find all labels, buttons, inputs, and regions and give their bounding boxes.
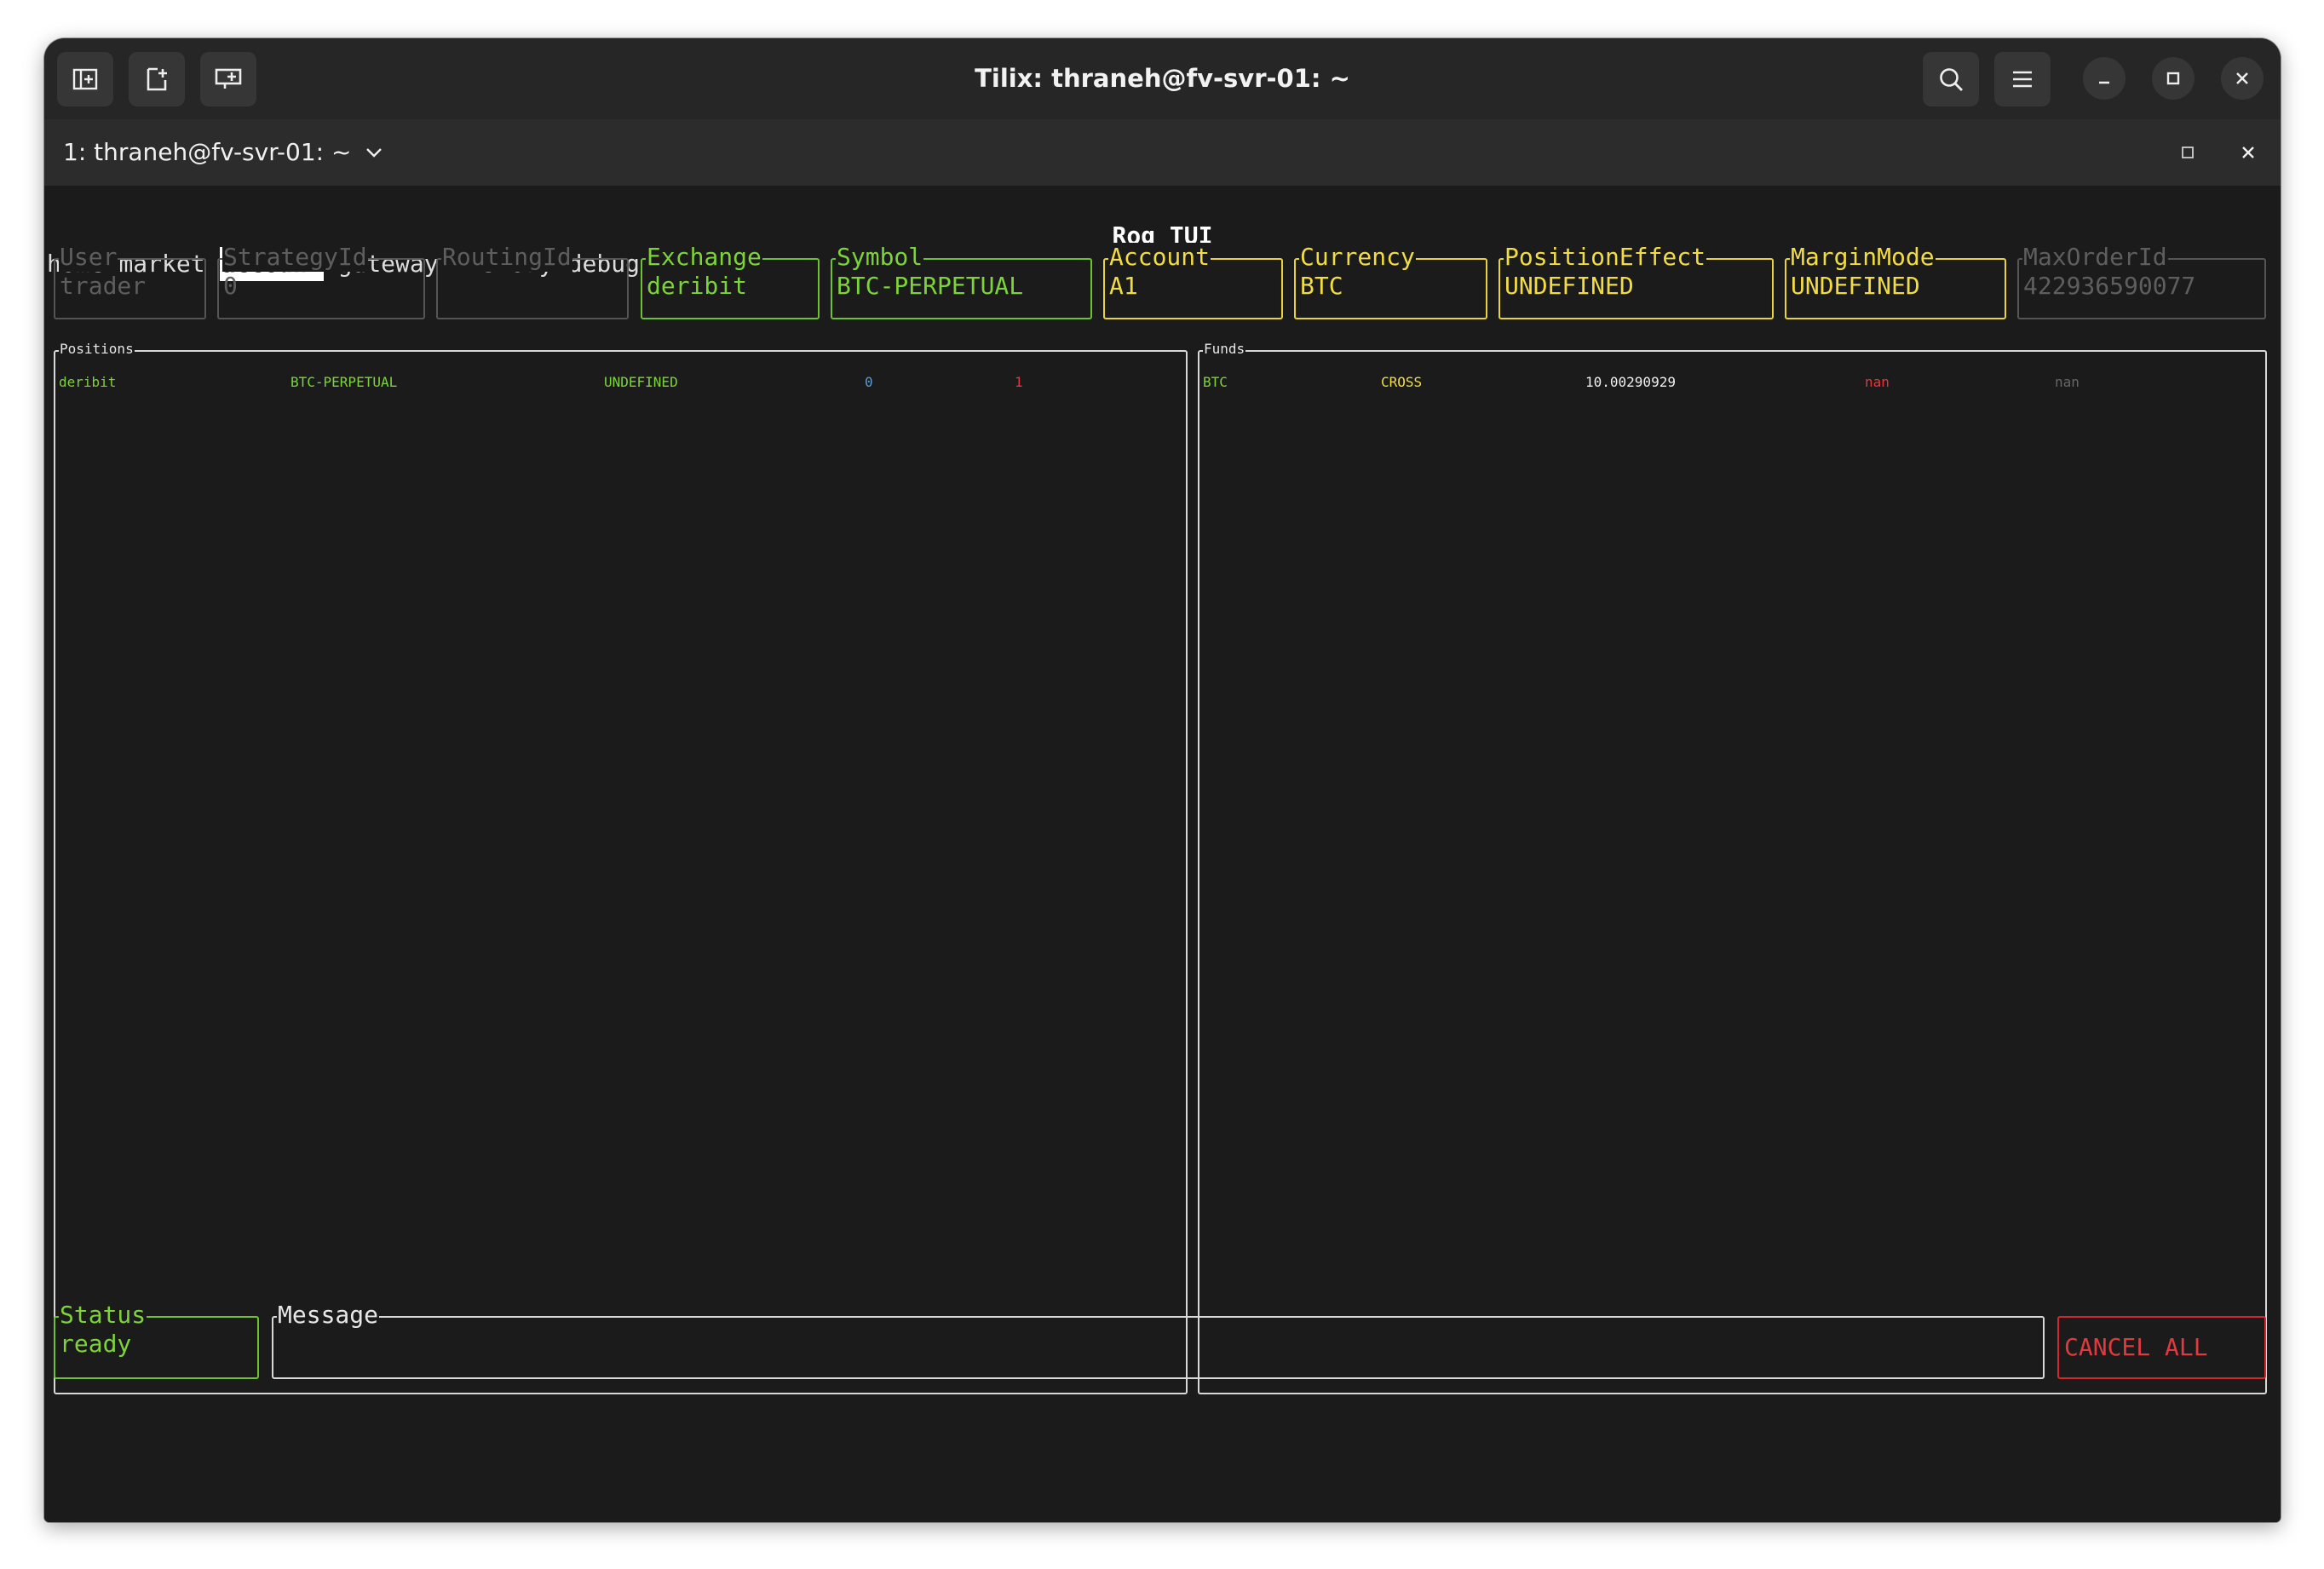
- split-down-icon: [146, 66, 168, 92]
- maximize-icon: [2166, 71, 2181, 86]
- fund-external: nan: [2055, 374, 2080, 390]
- user-field-value: trader: [60, 272, 147, 300]
- positions-panel: Positions deribit BTC-PERPETUAL UNDEFINE…: [54, 335, 1188, 1394]
- search-icon: [1938, 66, 1964, 92]
- title-bar: Tilix: thraneh@fv-svr-01: ~: [44, 38, 2281, 119]
- funds-panel: Funds BTC CROSS 10.00290929 nan nan: [1198, 335, 2267, 1394]
- funds-title: Funds: [1203, 335, 1246, 364]
- currency-field[interactable]: Currency BTC: [1294, 243, 1487, 319]
- close-icon: [2235, 71, 2250, 86]
- user-field[interactable]: User trader: [54, 243, 206, 319]
- position-effect-value: UNDEFINED: [1504, 272, 1634, 300]
- new-session-icon: [215, 68, 242, 90]
- account-value: A1: [1109, 272, 1138, 300]
- close-terminal-button[interactable]: [2230, 135, 2266, 170]
- status-value: ready: [60, 1330, 132, 1358]
- add-terminal-right-button[interactable]: [57, 52, 113, 106]
- find-button[interactable]: [1923, 52, 1979, 106]
- margin-mode-value: UNDEFINED: [1791, 272, 1920, 300]
- fund-currency: BTC: [1203, 374, 1228, 390]
- position-effect-label: PositionEffect: [1504, 243, 1707, 272]
- position-long: 0: [865, 374, 873, 390]
- max-order-id-field[interactable]: MaxOrderId 422936590077: [2017, 243, 2266, 319]
- max-order-id-label: MaxOrderId: [2022, 243, 2168, 272]
- account-field[interactable]: Account A1: [1103, 243, 1283, 319]
- maximize-icon: [2180, 145, 2195, 160]
- routing-id-label: RoutingId: [441, 243, 572, 272]
- terminal-title: 1: thraneh@fv-svr-01: ~: [63, 138, 352, 166]
- cancel-all-button[interactable]: CANCEL ALL: [2057, 1316, 2266, 1379]
- symbol-value: BTC-PERPETUAL: [837, 272, 1024, 300]
- currency-value: BTC: [1300, 272, 1343, 300]
- fund-balance: 10.00290929: [1585, 374, 1676, 390]
- exchange-value: deribit: [647, 272, 748, 300]
- split-right-icon: [72, 68, 98, 90]
- exchange-label: Exchange: [646, 243, 762, 272]
- fund-hold: nan: [1865, 374, 1890, 390]
- terminal-window: Tilix: thraneh@fv-svr-01: ~ 1: thraneh@f…: [44, 38, 2281, 1522]
- message-input[interactable]: Message: [272, 1301, 2045, 1379]
- position-effect: UNDEFINED: [604, 374, 678, 390]
- strategy-id-value: 0: [223, 272, 238, 300]
- table-row[interactable]: deribit BTC-PERPETUAL UNDEFINED 0 1: [55, 365, 1186, 399]
- margin-mode-label: MarginMode: [1790, 243, 1936, 272]
- symbol-label: Symbol: [836, 243, 924, 272]
- positions-title: Positions: [59, 335, 135, 364]
- table-row[interactable]: BTC CROSS 10.00290929 nan nan: [1199, 365, 2265, 399]
- close-icon: [2240, 144, 2257, 161]
- chevron-down-icon: [365, 147, 383, 158]
- status-box: Status ready: [54, 1301, 259, 1379]
- strategy-id-field[interactable]: StrategyId 0: [217, 243, 425, 319]
- routing-id-field[interactable]: RoutingId: [436, 243, 629, 319]
- hamburger-icon: [2011, 70, 2034, 89]
- margin-mode-field[interactable]: MarginMode UNDEFINED: [1785, 243, 2006, 319]
- status-label: Status: [59, 1301, 147, 1330]
- menu-button[interactable]: [1994, 52, 2051, 106]
- terminal-tab-bar: 1: thraneh@fv-svr-01: ~: [44, 119, 2281, 186]
- terminal-title-dropdown[interactable]: 1: thraneh@fv-svr-01: ~: [63, 119, 383, 186]
- position-short: 1: [1015, 374, 1023, 390]
- position-symbol: BTC-PERPETUAL: [290, 374, 398, 390]
- position-effect-field[interactable]: PositionEffect UNDEFINED: [1499, 243, 1774, 319]
- currency-label: Currency: [1299, 243, 1416, 272]
- account-label: Account: [1108, 243, 1211, 272]
- symbol-field[interactable]: Symbol BTC-PERPETUAL: [831, 243, 1092, 319]
- close-window-button[interactable]: [2221, 57, 2264, 100]
- message-label: Message: [277, 1301, 380, 1330]
- exchange-field[interactable]: Exchange deribit: [641, 243, 820, 319]
- minimize-button[interactable]: [2083, 57, 2126, 100]
- maximize-button[interactable]: [2152, 57, 2195, 100]
- position-exchange: deribit: [59, 374, 117, 390]
- minimize-icon: [2097, 71, 2112, 86]
- new-session-button[interactable]: [200, 52, 256, 106]
- add-terminal-down-button[interactable]: [129, 52, 185, 106]
- strategy-id-label: StrategyId: [222, 243, 368, 272]
- fund-margin-mode: CROSS: [1381, 374, 1423, 390]
- user-field-label: User: [59, 243, 118, 272]
- maximize-terminal-button[interactable]: [2170, 135, 2206, 170]
- max-order-id-value: 422936590077: [2023, 272, 2196, 300]
